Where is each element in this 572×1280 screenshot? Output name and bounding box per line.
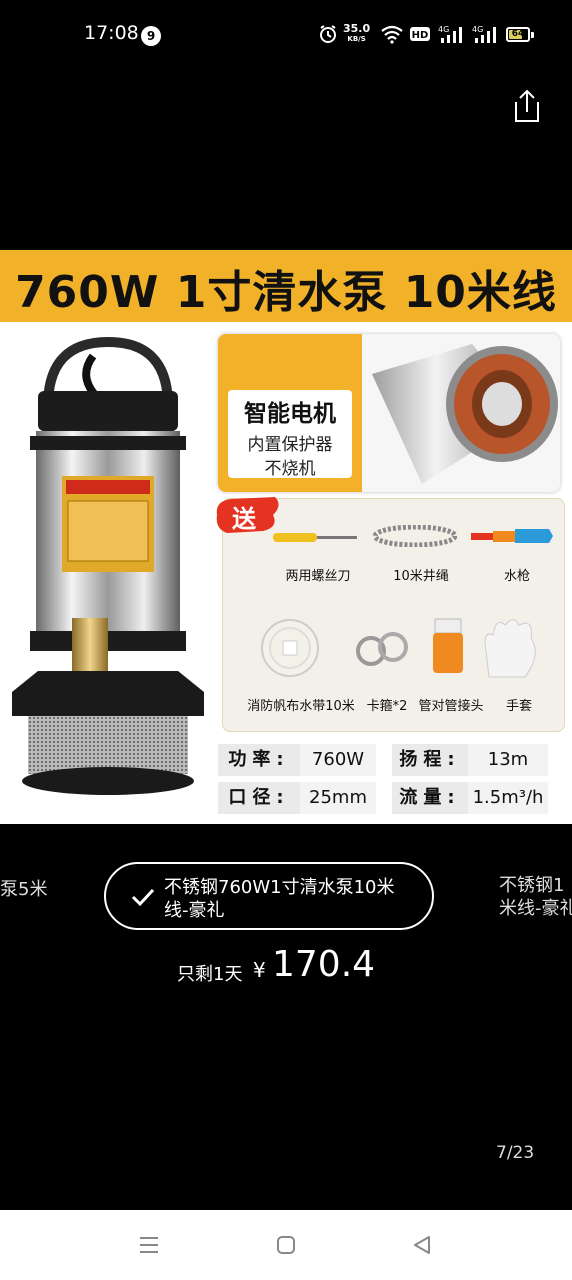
gloves-icon: [484, 619, 536, 678]
battery-icon: 64: [506, 27, 530, 42]
hose-clamp-icon: [356, 632, 408, 666]
image-page-counter: 7/23: [496, 1143, 535, 1163]
gift-card: 送 两用螺丝刀 10米井绳 水枪 消防帆布水带10米 卡箍*2 管对管接头 手套: [216, 497, 565, 732]
gift-label: 消防帆布水带10米: [247, 699, 355, 714]
gift-badge-text: 送: [232, 505, 256, 533]
price-currency: ¥: [253, 958, 266, 982]
system-nav-bar: [0, 1210, 572, 1280]
gift-label: 手套: [505, 699, 532, 714]
spec-key: 扬程:: [392, 744, 468, 776]
motor-feature-title: 智能电机: [244, 401, 336, 427]
alarm-icon: [320, 25, 336, 43]
motor-feature-line1: 内置保护器: [247, 435, 333, 455]
spec-value: 25mm: [300, 782, 376, 814]
spec-key: 流量:: [392, 782, 468, 814]
price-countdown: 只剩1天: [177, 964, 243, 985]
gift-label: 水枪: [503, 569, 530, 584]
fire-hose-icon: [261, 619, 319, 677]
status-time: 17:08: [84, 22, 139, 44]
checkmark-icon: [131, 888, 155, 907]
home-icon[interactable]: [275, 1234, 297, 1256]
water-gun-icon: [471, 529, 553, 543]
variant-next-line2: 米线-豪礼: [499, 898, 572, 919]
notification-count-badge: 9: [141, 26, 161, 46]
gift-label: 管对管接头: [418, 699, 484, 714]
variant-option-label: 不锈钢760W1寸清水泵10米线-豪礼: [164, 877, 395, 921]
svg-text:HD: HD: [412, 30, 429, 41]
status-bar: 17:08 9 35.0 KB/S HD 4G 4G 64: [0, 0, 572, 70]
water-pump-illustration: [12, 336, 204, 795]
variant-next-line1: 不锈钢1: [499, 875, 565, 896]
product-banner: 760W 1寸清水泵 10米线: [0, 250, 572, 322]
pipe-connector-icon: [433, 618, 463, 673]
svg-text:4G: 4G: [472, 25, 483, 34]
gift-label: 两用螺丝刀: [285, 569, 351, 584]
variant-option-next[interactable]: 不锈钢1 米线-豪礼: [499, 874, 572, 920]
spec-value: 1.5m³/h: [468, 782, 548, 814]
motor-coil-image: [372, 344, 558, 484]
variant-option-selected[interactable]: 不锈钢760W1寸清水泵10米线-豪礼: [104, 862, 434, 930]
back-icon[interactable]: [411, 1234, 433, 1256]
gift-label: 10米井绳: [393, 569, 449, 584]
motor-feature-label: 智能电机 内置保护器 不烧机: [228, 390, 352, 479]
wifi-icon: [381, 25, 403, 44]
hd-icon: HD: [410, 27, 430, 41]
battery-cap: [531, 32, 534, 38]
spec-value: 13m: [468, 744, 548, 776]
network-speed: 35.0 KB/S: [343, 22, 371, 43]
menu-icon[interactable]: [138, 1234, 160, 1256]
svg-text:4G: 4G: [438, 25, 449, 34]
banner-title: 760W 1寸清水泵 10米线: [15, 267, 557, 318]
spec-key: 功率:: [218, 744, 300, 776]
signal-4g-icon: 4G: [472, 25, 496, 43]
spec-value: 760W: [300, 744, 376, 776]
variant-option-prev[interactable]: 泵5米: [0, 875, 47, 901]
signal-4g-icon: 4G: [438, 25, 462, 43]
motor-feature-card: 智能电机 内置保护器 不烧机: [218, 334, 560, 492]
share-icon[interactable]: [510, 88, 544, 124]
spec-key: 口径:: [218, 782, 300, 814]
price-value: 170.4: [272, 944, 376, 985]
motor-feature-line2: 不烧机: [264, 459, 316, 479]
product-image[interactable]: 760W 1寸清水泵 10米线 智能电机 内置保护器 不烧机 送 两用螺丝刀 1…: [0, 250, 572, 824]
screwdriver-icon: [273, 533, 357, 542]
rope-icon: [373, 525, 457, 547]
gift-label: 卡箍*2: [366, 699, 408, 714]
